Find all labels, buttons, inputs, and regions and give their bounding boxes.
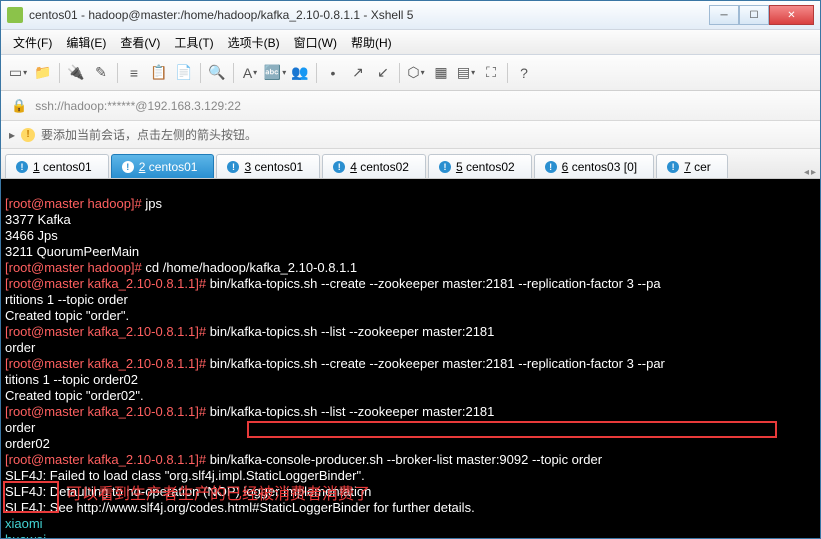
command: bin/kafka-topics.sh --create --zookeeper… — [206, 356, 665, 371]
tab-status-icon: ! — [122, 161, 134, 173]
separator — [316, 63, 317, 83]
separator — [507, 63, 508, 83]
app-icon — [7, 7, 23, 23]
tab-status-icon: ! — [333, 161, 345, 173]
fullscreen-button[interactable]: ⛶ — [480, 62, 502, 84]
separator — [200, 63, 201, 83]
command: jps — [142, 196, 162, 211]
command: bin/kafka-topics.sh --list --zookeeper m… — [206, 324, 494, 339]
prompt: [root@master kafka_2.10-0.8.1.1]# — [5, 324, 206, 339]
tab-status-icon: ! — [439, 161, 451, 173]
prompt: [root@master kafka_2.10-0.8.1.1]# — [5, 276, 206, 291]
tile-button[interactable]: ▦ — [430, 62, 452, 84]
main-toolbar: ▭ 📁 🔌 ✎ ≡ 📋 📄 🔍 A 🔤 👥 • ↗ ↙ ⬡ ▦ ▤ ⛶ ? — [1, 55, 820, 91]
command: bin/kafka-topics.sh --create --zookeeper… — [206, 276, 660, 291]
arrow-icon[interactable]: ▸ — [9, 128, 15, 142]
menu-bar: 文件(F) 编辑(E) 查看(V) 工具(T) 选项卡(B) 窗口(W) 帮助(… — [1, 29, 820, 55]
prompt: [root@master kafka_2.10-0.8.1.1]# — [5, 404, 206, 419]
separator — [59, 63, 60, 83]
prompt: [root@master kafka_2.10-0.8.1.1]# — [5, 452, 206, 467]
tab-3[interactable]: !3 centos01 — [216, 154, 320, 178]
reconnect-button[interactable]: 🔌 — [65, 62, 87, 84]
output-line: order — [5, 340, 35, 355]
prompt: [root@master hadoop]# — [5, 260, 142, 275]
tab-next-button[interactable]: ▸ — [811, 167, 816, 178]
output-line: 3211 QuorumPeerMain — [5, 244, 139, 259]
tab-status-icon: ! — [667, 161, 679, 173]
tab-1[interactable]: !1 centos01 — [5, 154, 109, 178]
separator — [399, 63, 400, 83]
output-line: xiaomi — [5, 516, 43, 531]
highlight-box-output — [3, 481, 59, 513]
command: bin/kafka-topics.sh --list --zookeeper m… — [206, 404, 494, 419]
find-button[interactable]: 🔍 — [206, 62, 228, 84]
log-button[interactable]: • — [322, 62, 344, 84]
menu-file[interactable]: 文件(F) — [7, 32, 58, 53]
output-line: order02 — [5, 436, 50, 451]
info-icon: ! — [21, 128, 35, 142]
tab-status-icon: ! — [545, 161, 557, 173]
prompt: [root@master kafka_2.10-0.8.1.1]# — [5, 356, 206, 371]
window-titlebar: centos01 - hadoop@master:/home/hadoop/ka… — [1, 1, 820, 29]
new-button[interactable]: ▭ — [7, 62, 29, 84]
info-bar: ▸ ! 要添加当前会话，点击左侧的箭头按钮。 — [1, 121, 820, 149]
output-line: huawei — [5, 532, 46, 538]
open-button[interactable]: 📁 — [32, 62, 54, 84]
command: bin/kafka-console-producer.sh --broker-l… — [206, 452, 602, 467]
menu-tools[interactable]: 工具(T) — [168, 32, 219, 53]
help-button[interactable]: ? — [513, 62, 535, 84]
output-line: Created topic "order". — [5, 308, 129, 323]
paste-button[interactable]: 📄 — [173, 62, 195, 84]
output-line: 3377 Kafka — [5, 212, 71, 227]
menu-window[interactable]: 窗口(W) — [288, 32, 343, 53]
properties-button[interactable]: ≡ — [123, 62, 145, 84]
tab-7[interactable]: !7 cer — [656, 154, 728, 178]
info-text: 要添加当前会话，点击左侧的箭头按钮。 — [41, 126, 257, 143]
terminal-output[interactable]: [root@master hadoop]# jps 3377 Kafka 346… — [1, 179, 820, 538]
menu-edit[interactable]: 编辑(E) — [60, 32, 112, 53]
font-button[interactable]: A — [239, 62, 261, 84]
tab-2[interactable]: !2 centos01 — [111, 154, 215, 178]
receive-button[interactable]: ↙ — [372, 62, 394, 84]
transfer-button[interactable]: ↗ — [347, 62, 369, 84]
tab-status-icon: ! — [227, 161, 239, 173]
prompt: [root@master hadoop]# — [5, 196, 142, 211]
layout-button[interactable]: ▤ — [455, 62, 477, 84]
output-line: Created topic "order02". — [5, 388, 144, 403]
maximize-button[interactable]: ☐ — [739, 5, 769, 25]
output-line: titions 1 --topic order02 — [5, 372, 138, 387]
menu-help[interactable]: 帮助(H) — [345, 32, 398, 53]
tab-status-icon: ! — [16, 161, 28, 173]
lock-icon: 🔒 — [11, 98, 27, 114]
tab-4[interactable]: !4 centos02 — [322, 154, 426, 178]
tab-prev-button[interactable]: ◂ — [804, 167, 809, 178]
users-button[interactable]: 👥 — [289, 62, 311, 84]
highlight-box-command — [247, 421, 777, 438]
annotation-text: 可以看到生产者生产的已经被消费者消费了 — [66, 487, 370, 502]
command: cd /home/hadoop/kafka_2.10-0.8.1.1 — [142, 260, 357, 275]
copy-button[interactable]: 📋 — [148, 62, 170, 84]
script-button[interactable]: ⬡ — [405, 62, 427, 84]
output-line: order — [5, 420, 35, 435]
output-line: rtitions 1 --topic order — [5, 292, 128, 307]
menu-view[interactable]: 查看(V) — [114, 32, 166, 53]
address-bar: 🔒 ssh://hadoop:******@192.168.3.129:22 — [1, 91, 820, 121]
separator — [233, 63, 234, 83]
separator — [117, 63, 118, 83]
tab-6[interactable]: !6 centos03 [0] — [534, 154, 654, 178]
color-button[interactable]: 🔤 — [264, 62, 286, 84]
tab-strip: !1 centos01 !2 centos01 !3 centos01 !4 c… — [1, 149, 820, 179]
disconnect-button[interactable]: ✎ — [90, 62, 112, 84]
minimize-button[interactable]: ─ — [709, 5, 739, 25]
window-title: centos01 - hadoop@master:/home/hadoop/ka… — [29, 8, 709, 22]
output-line: 3466 Jps — [5, 228, 58, 243]
close-button[interactable]: ✕ — [769, 5, 814, 25]
tab-nav: ◂ ▸ — [804, 167, 816, 178]
menu-tab[interactable]: 选项卡(B) — [222, 32, 286, 53]
address-text[interactable]: ssh://hadoop:******@192.168.3.129:22 — [35, 99, 241, 113]
tab-5[interactable]: !5 centos02 — [428, 154, 532, 178]
